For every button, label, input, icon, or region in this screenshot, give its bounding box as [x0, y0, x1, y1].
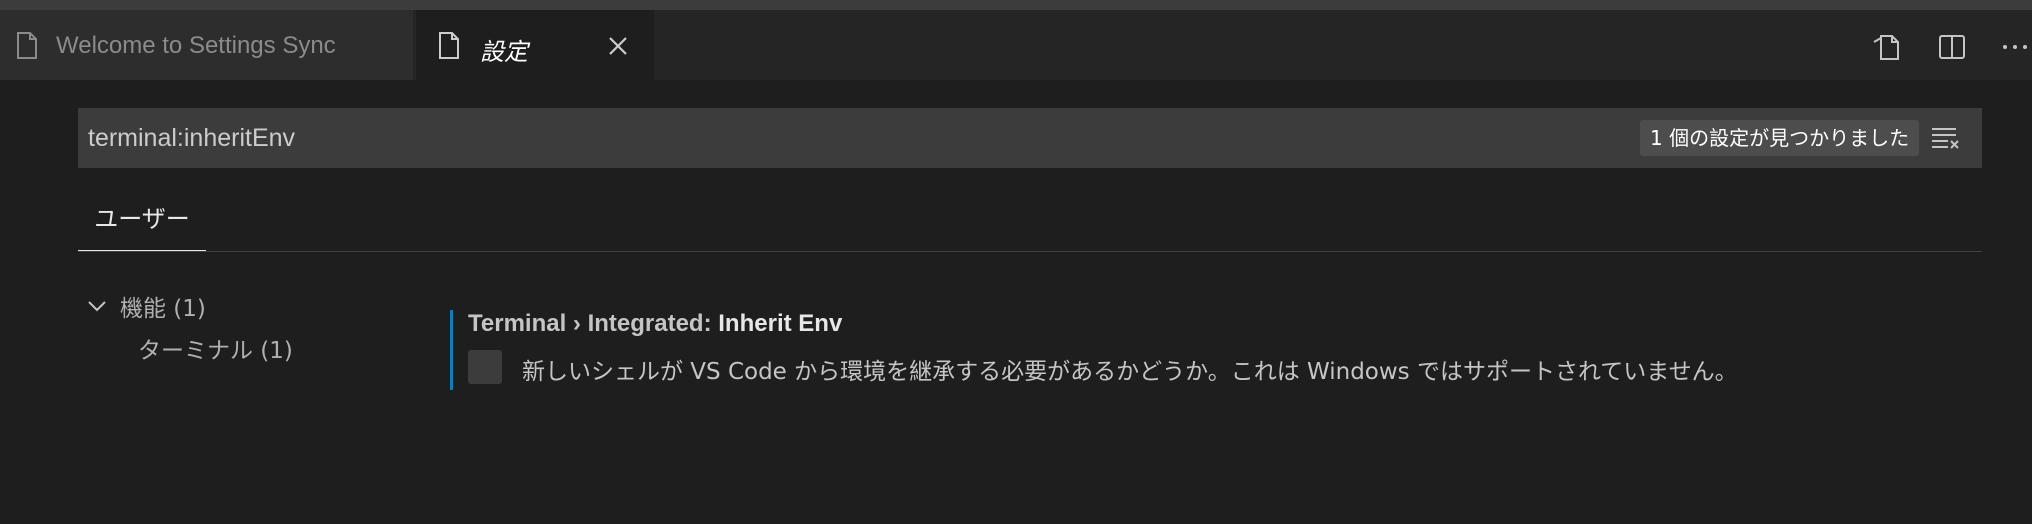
close-icon[interactable]: [606, 34, 630, 58]
toc-item-label: ターミナル (1): [138, 338, 293, 364]
result-count-badge: 1 個の設定が見つかりました: [1640, 120, 1920, 156]
open-settings-json-icon[interactable]: [1872, 32, 1902, 62]
file-icon: [17, 32, 37, 59]
inherit-env-checkbox[interactable]: [468, 350, 502, 384]
split-editor-icon[interactable]: [1937, 32, 1967, 62]
focus-indicator: [450, 310, 453, 390]
clear-filter-icon[interactable]: [1930, 124, 1960, 152]
title-bar-strip: [0, 0, 2032, 10]
editor-tab-bar: Welcome to Settings Sync 設定: [0, 10, 2032, 80]
setting-title: Terminal › Integrated: Inherit Env: [468, 310, 842, 338]
tab-settings[interactable]: 設定: [416, 10, 654, 80]
setting-key: Inherit Env: [718, 310, 843, 337]
tab-welcome-settings-sync[interactable]: Welcome to Settings Sync: [0, 10, 414, 80]
settings-search-input[interactable]: [88, 108, 1588, 168]
toc-item-terminal[interactable]: ターミナル (1): [138, 332, 293, 364]
tab-label: 設定: [480, 39, 528, 66]
tab-label: Welcome to Settings Sync: [56, 32, 336, 59]
settings-search-box: 1 個の設定が見つかりました: [78, 108, 1982, 168]
tab-user-settings[interactable]: ユーザー: [78, 196, 206, 252]
setting-inherit-env: Terminal › Integrated: Inherit Env 新しいシェ…: [450, 310, 1950, 390]
scope-divider: [78, 251, 1982, 252]
setting-description: 新しいシェルが VS Code から環境を継承する必要があるかどうか。これは W…: [522, 359, 1738, 385]
toc-group-features[interactable]: 機能 (1): [86, 290, 206, 322]
chevron-down-icon: [88, 301, 106, 312]
more-actions-icon[interactable]: [2000, 32, 2030, 62]
setting-category: Terminal › Integrated:: [468, 310, 719, 337]
file-icon: [439, 32, 459, 59]
toc-group-label: 機能 (1): [120, 296, 206, 322]
